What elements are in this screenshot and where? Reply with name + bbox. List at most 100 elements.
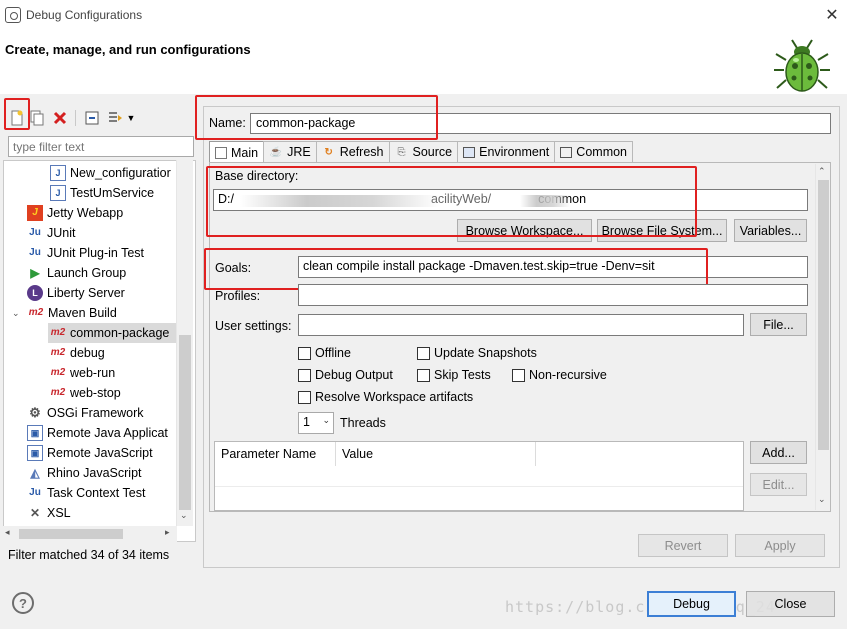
- maven-icon: m2: [50, 387, 66, 398]
- main-tab-icon: [215, 146, 227, 159]
- close-button[interactable]: Close: [746, 591, 835, 617]
- column-header-value[interactable]: Value: [336, 442, 536, 466]
- maven-icon: m2: [50, 347, 66, 358]
- highlight-base-directory: [206, 166, 697, 237]
- liberty-icon: L: [27, 285, 43, 301]
- close-window-icon[interactable]: ✕: [822, 5, 842, 25]
- user-settings-input[interactable]: [298, 314, 744, 336]
- scrollbar-thumb[interactable]: [818, 180, 829, 450]
- apply-button[interactable]: Apply: [735, 534, 825, 557]
- revert-button[interactable]: Revert: [638, 534, 728, 557]
- scrollbar-thumb[interactable]: [179, 335, 191, 510]
- junit-plugin-icon: Ju: [29, 247, 41, 258]
- tab-refresh[interactable]: ↻ Refresh: [315, 141, 390, 162]
- chevron-down-icon[interactable]: ⌄: [12, 303, 24, 323]
- skip-tests-checkbox[interactable]: Skip Tests: [417, 368, 491, 382]
- tree-item-liberty-server[interactable]: L Liberty Server: [27, 283, 125, 303]
- chevron-down-icon[interactable]: ⌄: [818, 494, 826, 505]
- update-snapshots-checkbox[interactable]: Update Snapshots: [417, 346, 537, 360]
- tree-vertical-scrollbar[interactable]: ⌄: [176, 160, 193, 526]
- tree-item-jetty-webapp[interactable]: J Jetty Webapp: [27, 203, 123, 223]
- junit-test-icon: J: [50, 165, 66, 181]
- osgi-icon: ⚙: [29, 405, 41, 420]
- duplicate-button[interactable]: [28, 109, 46, 127]
- header-title: Create, manage, and run configurations: [5, 42, 251, 57]
- non-recursive-checkbox[interactable]: Non-recursive: [512, 368, 607, 382]
- content-vertical-scrollbar[interactable]: ⌃ ⌄: [815, 164, 830, 510]
- debug-output-checkbox[interactable]: Debug Output: [298, 368, 393, 382]
- chevron-right-icon[interactable]: ▸: [165, 527, 170, 538]
- rhino-icon: ◭: [30, 466, 40, 480]
- debug-bug-icon: [774, 39, 830, 92]
- filter-icon: [109, 112, 122, 122]
- parameters-table[interactable]: Parameter Name Value: [214, 441, 744, 511]
- launch-group-icon: ▶: [30, 266, 40, 280]
- eclipse-app-icon: [5, 7, 21, 23]
- column-header-parameter-name[interactable]: Parameter Name: [215, 442, 336, 466]
- tree-item-rhino-javascript[interactable]: ◭ Rhino JavaScript: [27, 463, 141, 483]
- tree-horizontal-scrollbar[interactable]: ◂ ▸: [3, 526, 177, 542]
- tree-item-junit-plugin-test[interactable]: Ju JUnit Plug-in Test: [27, 243, 144, 263]
- tree-item-launch-group[interactable]: ▶ Launch Group: [27, 263, 126, 283]
- collapse-all-icon: [85, 111, 99, 125]
- task-context-icon: Ju: [29, 487, 41, 498]
- environment-icon: [463, 146, 476, 158]
- tree-item-testumservice[interactable]: J TestUmService: [50, 183, 154, 203]
- filter-input[interactable]: [8, 136, 194, 157]
- user-settings-label: User settings:: [215, 319, 292, 333]
- filter-button[interactable]: [106, 109, 124, 127]
- tree-item-common-package[interactable]: m2 common-package: [48, 323, 180, 343]
- scrollbar-thumb[interactable]: [19, 529, 123, 539]
- dialog-header: Create, manage, and run configurations: [0, 32, 847, 94]
- chevron-down-icon[interactable]: ⌄: [180, 510, 188, 521]
- offline-checkbox[interactable]: Offline: [298, 346, 351, 360]
- tree-item-web-stop[interactable]: m2 web-stop: [50, 383, 121, 403]
- tab-source[interactable]: ⎘ Source: [388, 141, 459, 162]
- tree-item-remote-javascript[interactable]: ▣ Remote JavaScript: [27, 443, 153, 463]
- debug-button[interactable]: Debug: [647, 591, 736, 617]
- tree-item-junit[interactable]: Ju JUnit: [27, 223, 75, 243]
- chevron-down-icon: ⌄: [322, 415, 330, 425]
- jetty-icon: J: [27, 205, 43, 221]
- tree-item-debug[interactable]: m2 debug: [50, 343, 105, 363]
- add-parameter-button[interactable]: Add...: [750, 441, 807, 464]
- configuration-tree: J New_configuratior J TestUmService J Je…: [3, 160, 196, 542]
- tree-item-task-context-test[interactable]: Ju Task Context Test: [27, 483, 145, 503]
- tree-item-xsl[interactable]: ✕ XSL: [27, 503, 71, 523]
- title-bar: Debug Configurations ✕: [0, 0, 847, 32]
- table-row-divider: [215, 486, 743, 487]
- tab-jre[interactable]: ☕ JRE: [263, 141, 317, 162]
- tab-common[interactable]: Common: [554, 141, 634, 162]
- tab-main[interactable]: Main: [209, 141, 265, 163]
- tab-environment[interactable]: Environment: [457, 141, 556, 162]
- resolve-workspace-checkbox[interactable]: Resolve Workspace artifacts: [298, 390, 473, 404]
- file-button[interactable]: File...: [750, 313, 807, 336]
- duplicate-icon: [30, 110, 44, 126]
- view-menu-button[interactable]: ▼: [125, 109, 137, 127]
- threads-select[interactable]: 1 ⌄: [298, 412, 334, 434]
- tree-item-new-configuration[interactable]: J New_configuratior: [50, 163, 171, 183]
- chevron-down-icon: ▼: [126, 113, 136, 123]
- tree-item-maven-build[interactable]: ⌄ m2 Maven Build: [12, 303, 117, 323]
- delete-button[interactable]: [51, 109, 69, 127]
- tree-item-osgi-framework[interactable]: ⚙ OSGi Framework: [27, 403, 143, 423]
- variables-button[interactable]: Variables...: [734, 219, 807, 242]
- remote-java-icon: ▣: [27, 425, 43, 441]
- profiles-label: Profiles:: [215, 289, 261, 303]
- highlight-name: [195, 95, 438, 140]
- maven-icon: m2: [50, 367, 66, 378]
- collapse-all-button[interactable]: [83, 109, 101, 127]
- tree-item-remote-java-application[interactable]: ▣ Remote Java Applicat: [27, 423, 168, 443]
- chevron-up-icon[interactable]: ⌃: [818, 166, 826, 177]
- toolbar-divider: [75, 110, 76, 126]
- threads-label: Threads: [340, 416, 386, 430]
- profiles-input[interactable]: [298, 284, 808, 306]
- junit-test-icon: J: [50, 185, 66, 201]
- new-config-icon: [11, 110, 23, 126]
- edit-parameter-button[interactable]: Edit...: [750, 473, 807, 496]
- help-icon[interactable]: ?: [12, 592, 34, 614]
- common-icon: [560, 146, 573, 158]
- tree-item-web-run[interactable]: m2 web-run: [50, 363, 115, 383]
- new-configuration-button[interactable]: [8, 109, 26, 127]
- chevron-left-icon[interactable]: ◂: [5, 527, 10, 538]
